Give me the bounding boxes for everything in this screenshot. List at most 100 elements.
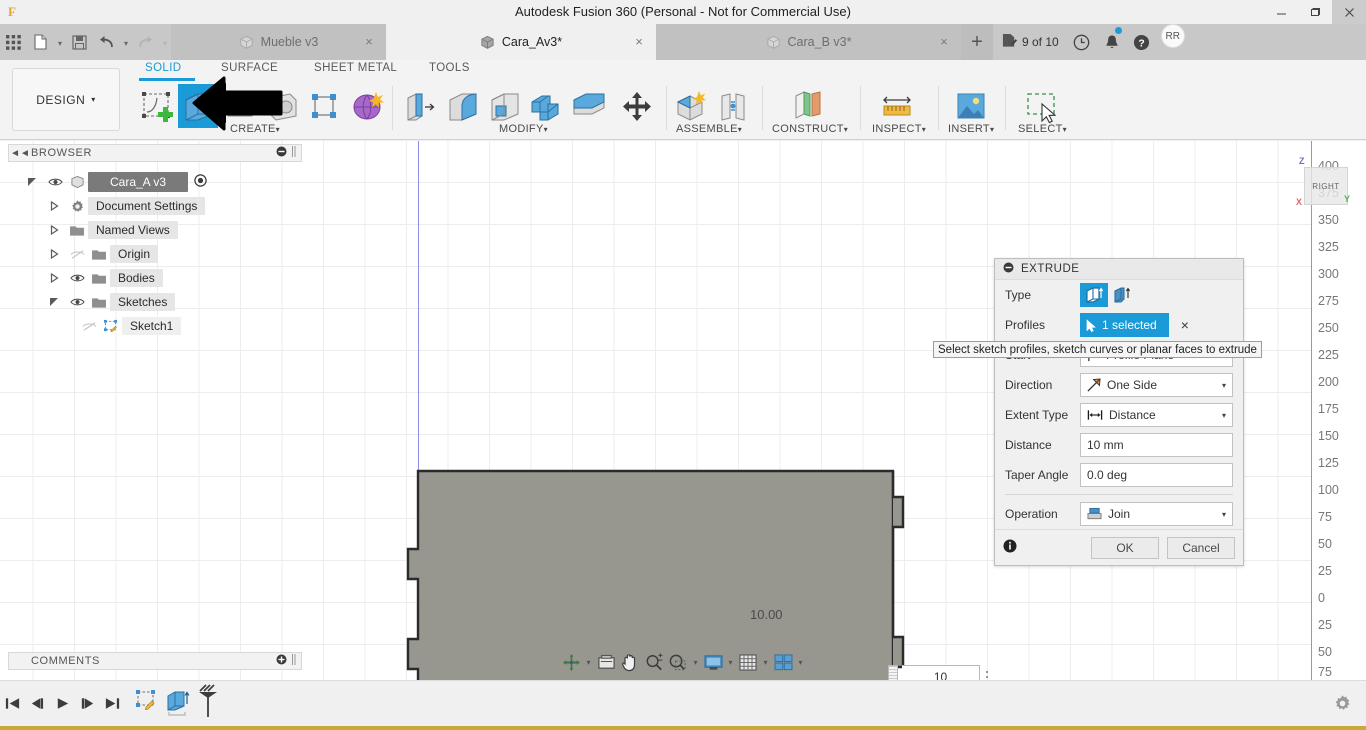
split-face-icon[interactable] — [568, 88, 610, 128]
workspace-selector[interactable]: DESIGN ▾ — [12, 68, 120, 131]
collapse-left-icon[interactable]: ◄◄ — [9, 148, 31, 159]
timeline-end-marker[interactable] — [195, 684, 225, 723]
go-to-end-icon[interactable] — [100, 689, 125, 719]
tree-item-cara-a[interactable]: Cara_A v3 — [8, 170, 302, 194]
extrude-thin-icon[interactable] — [1108, 283, 1136, 307]
minus-circle-icon[interactable] — [276, 146, 287, 160]
inspect-group-label[interactable]: INSPECT▾ — [872, 123, 926, 135]
chevron-down-icon[interactable]: ▾ — [691, 658, 700, 667]
document-tab-mueble[interactable]: Mueble v3 × — [171, 24, 386, 60]
operation-select[interactable]: Join ▾ — [1080, 502, 1233, 526]
create-form-icon[interactable] — [304, 88, 346, 128]
play-icon[interactable] — [50, 689, 75, 719]
insert-image-icon[interactable] — [950, 88, 992, 128]
tree-item-sketch1[interactable]: Sketch1 — [8, 314, 302, 338]
ribbon-tab-sheet-metal[interactable]: SHEET METAL — [314, 62, 397, 74]
tab-close-icon[interactable]: × — [937, 34, 951, 48]
tab-close-icon[interactable]: × — [632, 34, 646, 48]
select-group-label[interactable]: SELECT▾ — [1018, 123, 1067, 135]
panel-grip-icon[interactable] — [291, 653, 297, 669]
create-sketch-icon[interactable] — [136, 88, 178, 128]
save-icon[interactable] — [66, 24, 93, 60]
extent-type-select[interactable]: Distance ▾ — [1080, 403, 1233, 427]
expander-icon[interactable] — [42, 297, 66, 307]
press-pull-icon[interactable] — [400, 88, 442, 128]
extrude-profile-icon[interactable] — [1080, 283, 1108, 307]
minus-circle-icon[interactable] — [1003, 262, 1014, 276]
visibility-eye-icon[interactable] — [66, 273, 88, 283]
look-at-icon[interactable] — [595, 651, 617, 673]
avatar[interactable]: RR — [1161, 24, 1185, 48]
close-button[interactable] — [1332, 0, 1366, 24]
new-tab-button[interactable]: + — [961, 24, 993, 60]
assemble-group-label[interactable]: ASSEMBLE▾ — [676, 123, 742, 135]
visibility-eye-icon[interactable] — [44, 177, 66, 187]
chevron-down-icon[interactable]: ▾ — [761, 658, 770, 667]
document-tab-cara-a[interactable]: Cara_Av3* × — [386, 24, 656, 60]
go-to-start-icon[interactable] — [0, 689, 25, 719]
timeline-settings-gear-icon[interactable] — [1333, 694, 1352, 716]
grid-snaps-icon[interactable] — [737, 651, 759, 673]
redo-icon[interactable] — [132, 24, 159, 60]
tab-close-icon[interactable]: × — [362, 34, 376, 48]
combine-icon[interactable] — [526, 88, 568, 128]
orbit-icon[interactable] — [560, 651, 582, 673]
expander-icon[interactable] — [20, 177, 44, 187]
plus-circle-icon[interactable] — [276, 654, 287, 668]
new-component-icon[interactable] — [670, 88, 712, 128]
tree-item-bodies[interactable]: Bodies — [8, 266, 302, 290]
select-window-icon[interactable] — [1022, 88, 1064, 128]
measure-icon[interactable] — [876, 88, 918, 128]
visibility-eye-icon[interactable] — [66, 297, 88, 307]
tree-item-named-views[interactable]: Named Views — [8, 218, 302, 242]
extruded-body[interactable] — [406, 469, 906, 680]
zoom-icon[interactable] — [643, 651, 665, 673]
visibility-eye-hidden-icon[interactable] — [66, 249, 88, 260]
profiles-selection[interactable]: 1 selected — [1080, 313, 1169, 337]
dimension-input-group[interactable]: 10 — [888, 665, 994, 680]
undo-caret-icon[interactable]: ▾ — [120, 24, 132, 60]
recent-icon[interactable] — [1067, 24, 1097, 60]
new-file-icon[interactable] — [27, 24, 54, 60]
undo-icon[interactable] — [93, 24, 120, 60]
minimize-button[interactable] — [1264, 0, 1298, 24]
expander-icon[interactable] — [42, 225, 66, 235]
step-back-icon[interactable] — [25, 689, 50, 719]
redo-caret-icon[interactable]: ▾ — [159, 24, 171, 60]
taper-angle-input[interactable]: 0.0 deg — [1080, 463, 1233, 487]
fillet-icon[interactable] — [442, 88, 484, 128]
expander-icon[interactable] — [42, 201, 66, 211]
cancel-button[interactable]: Cancel — [1167, 537, 1235, 559]
viewports-icon[interactable] — [772, 651, 794, 673]
joint-icon[interactable] — [712, 88, 754, 128]
visibility-eye-hidden-icon[interactable] — [78, 321, 100, 332]
tree-item-document-settings[interactable]: Document Settings — [8, 194, 302, 218]
extrude-dialog[interactable]: EXTRUDE Type Profiles 1 selected × Start… — [994, 258, 1244, 566]
construct-group-label[interactable]: CONSTRUCT▾ — [772, 123, 848, 135]
shell-icon[interactable] — [484, 88, 526, 128]
radio-selected-icon[interactable] — [194, 174, 207, 190]
chevron-down-icon[interactable]: ▾ — [796, 658, 805, 667]
distance-input[interactable]: 10 mm — [1080, 433, 1233, 457]
job-status[interactable]: 9 of 10 — [993, 24, 1067, 60]
sketch1-feature-icon[interactable] — [133, 687, 161, 720]
document-tab-cara-b[interactable]: Cara_B v3* × — [656, 24, 961, 60]
grid-apps-icon[interactable] — [0, 24, 27, 60]
view-cube[interactable]: RIGHT Z X Y — [1296, 155, 1356, 215]
tree-item-sketches[interactable]: Sketches — [8, 290, 302, 314]
chevron-down-icon[interactable]: ▾ — [1222, 411, 1226, 420]
fit-zoom-window-icon[interactable] — [667, 651, 689, 673]
modify-group-label[interactable]: MODIFY▾ — [499, 123, 548, 135]
tree-item-origin[interactable]: Origin — [8, 242, 302, 266]
ok-button[interactable]: OK — [1091, 537, 1159, 559]
move-copy-icon[interactable] — [616, 88, 658, 128]
construct-plane-icon[interactable] — [786, 88, 828, 128]
chevron-down-icon[interactable]: ▾ — [584, 658, 593, 667]
info-icon[interactable] — [1003, 539, 1017, 556]
chevron-down-icon[interactable]: ▾ — [1222, 510, 1226, 519]
drag-handle[interactable] — [888, 665, 898, 680]
clear-selection-icon[interactable]: × — [1181, 317, 1189, 333]
ribbon-tab-surface[interactable]: SURFACE — [221, 62, 278, 74]
ribbon-tab-tools[interactable]: TOOLS — [429, 62, 470, 74]
chevron-down-icon[interactable]: ▾ — [1222, 381, 1226, 390]
